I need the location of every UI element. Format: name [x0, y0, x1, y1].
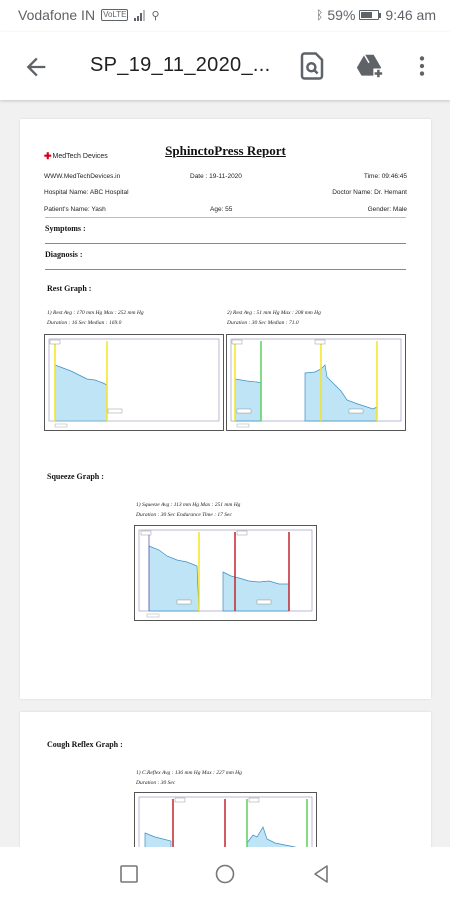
- hospital-name: Hospital Name: ABC Hospital: [44, 189, 129, 196]
- recents-icon[interactable]: [118, 863, 140, 885]
- back-icon[interactable]: [310, 863, 332, 885]
- rest-graph-label: Rest Graph :: [47, 284, 92, 293]
- status-bar: Vodafone IN VoLTE ⚲ ᛒ 59% 9:46 am: [0, 0, 450, 32]
- divider: [45, 217, 406, 218]
- rest-graph-1: [44, 334, 224, 431]
- divider: [45, 269, 406, 270]
- volte-badge: VoLTE: [101, 9, 129, 21]
- series-tag: [140, 530, 152, 536]
- squeeze-graph-label: Squeeze Graph :: [47, 472, 104, 481]
- cough-reflex-graph-label: Cough Reflex Graph :: [47, 740, 123, 749]
- pressure-area-1: [234, 378, 262, 422]
- patient-name: Patient's Name: Yash: [44, 206, 106, 213]
- report-date: Date : 19-11-2020: [190, 173, 242, 180]
- document-title: SP_19_11_2020_...: [90, 54, 271, 76]
- squeeze-graph: [134, 525, 317, 621]
- data-tag: [176, 599, 192, 605]
- website: WWW.MedTechDevices.in: [44, 173, 121, 180]
- series-tag: [236, 530, 248, 536]
- squeeze-duration: Duration : 30 Sec Endurance Time : 17 Se…: [136, 512, 232, 518]
- pdf-page-1[interactable]: ✚ MedTech Devices SphinctoPress Report WW…: [20, 119, 431, 699]
- system-nav-bar: [0, 847, 450, 900]
- legend: [54, 423, 68, 428]
- doctor-name: Doctor Name: Dr. Hemant: [332, 189, 407, 196]
- battery-percent: 59%: [327, 7, 356, 23]
- series-tag: [174, 797, 186, 803]
- symptoms-label: Symptoms :: [45, 224, 86, 233]
- data-tag: [107, 408, 123, 414]
- data-tag: [348, 408, 364, 414]
- find-in-page-icon[interactable]: [297, 51, 327, 81]
- patient-gender: Gender: Male: [367, 206, 407, 213]
- data-tag: [256, 599, 272, 605]
- usb-icon: ⚲: [151, 9, 160, 22]
- data-tag: [236, 408, 252, 414]
- series-tag: [49, 339, 61, 345]
- rest-graph-2: [226, 334, 406, 431]
- report-title: SphinctoPress Report: [165, 143, 286, 158]
- signal-icon: [134, 9, 146, 21]
- overflow-menu-icon[interactable]: [409, 51, 435, 81]
- home-icon[interactable]: [214, 863, 236, 885]
- cough-summary: 1) C.Reflex Avg : 136 mm Hg Max : 227 mm…: [136, 770, 242, 776]
- rest1-duration: Duration : 16 Sec Median : 169.0: [47, 320, 122, 326]
- series-tag: [314, 339, 326, 345]
- rest1-summary: 1) Rest Avg : 170 mm Hg Max : 252 mm Hg: [47, 310, 144, 316]
- legend: [236, 423, 250, 428]
- carrier-name: Vodafone IN: [18, 7, 96, 23]
- divider: [45, 243, 406, 244]
- patient-age: Age: 55: [210, 206, 233, 213]
- legend: [146, 613, 160, 618]
- report-time: Time: 09:46:45: [363, 173, 407, 180]
- rest2-summary: 2) Rest Avg : 51 mm Hg Max : 208 mm Hg: [227, 310, 321, 316]
- drive-add-icon[interactable]: [354, 51, 384, 81]
- series-tag: [248, 797, 260, 803]
- bluetooth-icon: ᛒ: [316, 8, 324, 22]
- battery-icon: [359, 10, 382, 20]
- cough-duration: Duration : 30 Sec: [136, 780, 176, 786]
- back-arrow-icon[interactable]: [22, 53, 50, 81]
- app-bar: SP_19_11_2020_...: [0, 32, 450, 100]
- diagnosis-label: Diagnosis :: [45, 250, 83, 259]
- clock: 9:46 am: [385, 7, 436, 23]
- squeeze-summary: 1) Squeeze Avg : 113 mm Hg Max : 251 mm …: [136, 502, 241, 508]
- series-tag: [231, 339, 243, 345]
- rest2-duration: Duration : 30 Sec Median : 71.0: [227, 320, 299, 326]
